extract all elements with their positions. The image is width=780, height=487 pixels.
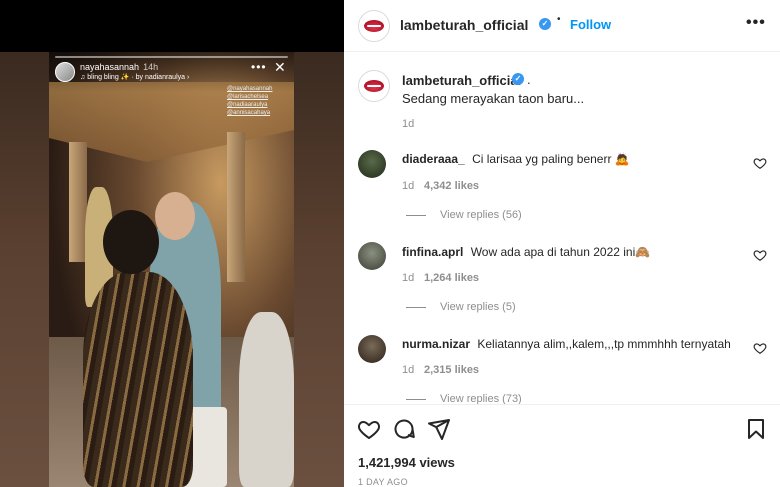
story-username-line[interactable]: nayahasannah 14h <box>80 62 158 72</box>
pillar <box>227 132 245 282</box>
lips-logo-icon <box>364 20 384 32</box>
comment-line: nurma.nizar Keliatannya alim,,kalem,,,tp… <box>402 337 731 351</box>
story-close-icon[interactable]: ✕ <box>274 60 286 74</box>
post-header: lambeturah_official ✓ • Follow ••• <box>344 0 780 52</box>
mention-tag[interactable]: @annisacahaya <box>227 109 272 117</box>
story-more-icon[interactable]: ••• <box>251 60 267 74</box>
heart-icon[interactable] <box>357 417 381 441</box>
story-music-label[interactable]: ♫ bling bling ✨ · by nadianraulya › <box>80 73 189 81</box>
share-icon[interactable] <box>427 417 451 441</box>
story-progress-bar <box>55 56 288 58</box>
comment-likes[interactable]: 4,342 likes <box>424 180 479 192</box>
post-date[interactable]: 1 DAY AGO <box>358 477 408 487</box>
woman-patterned-dress <box>83 272 193 487</box>
header-separator: • <box>557 14 561 25</box>
comment-age: 1d <box>402 180 415 192</box>
replies-divider <box>406 307 426 308</box>
replies-divider <box>406 399 426 400</box>
man-head <box>155 192 195 240</box>
woman-head <box>103 210 159 274</box>
view-replies-button[interactable]: View replies (5) <box>440 301 516 313</box>
comment-age: 1d <box>402 272 415 284</box>
comment-like-heart-icon[interactable] <box>753 248 767 262</box>
comment-text: Wow ada apa di tahun 2022 ini🙈 <box>470 245 651 259</box>
comment-line: finfina.aprl Wow ada apa di tahun 2022 i… <box>402 245 650 259</box>
post-actions-bar: 1,421,994 views 1 DAY AGO <box>344 404 780 487</box>
comment-icon[interactable] <box>392 417 416 441</box>
comment-avatar[interactable] <box>358 335 386 363</box>
post-media: nayahasannah 14h ♫ bling bling ✨ · by nad… <box>0 0 344 487</box>
comment-age: 1d <box>402 364 415 376</box>
mention-tag[interactable]: @larisachelsea <box>227 93 272 101</box>
comment-line: diaderaaa_ Ci larisaa yg paling benerr 🙇 <box>402 152 630 166</box>
lips-logo-icon <box>364 80 384 92</box>
comment-likes[interactable]: 1,264 likes <box>424 272 479 284</box>
comment-text: Keliatannya alim,,kalem,,,tp mmmhhh tern… <box>477 337 731 351</box>
header-username[interactable]: lambeturah_official <box>400 17 528 33</box>
mention-tag[interactable]: @nadiaaraulya <box>227 101 272 109</box>
comment-avatar[interactable] <box>358 242 386 270</box>
view-count[interactable]: 1,421,994 views <box>358 455 455 470</box>
verified-badge-icon: ✓ <box>539 18 551 30</box>
comment-username[interactable]: nurma.nizar <box>402 337 470 351</box>
mention-tag[interactable]: @nayahasannah <box>227 85 272 93</box>
comment-avatar[interactable] <box>358 150 386 178</box>
comment-like-heart-icon[interactable] <box>753 341 767 355</box>
comment-like-heart-icon[interactable] <box>753 156 767 170</box>
view-replies-button[interactable]: View replies (56) <box>440 209 522 221</box>
caption-username[interactable]: lambeturah_official <box>402 73 521 88</box>
comment-likes[interactable]: 2,315 likes <box>424 364 479 376</box>
caption-avatar[interactable] <box>358 70 390 102</box>
profile-avatar[interactable] <box>358 10 390 42</box>
story-username[interactable]: nayahasannah <box>80 62 139 72</box>
verified-badge-icon: ✓ <box>512 73 524 85</box>
woman-white-dress <box>239 312 294 487</box>
more-options-icon[interactable]: ••• <box>746 14 766 32</box>
comment-text: Ci larisaa yg paling benerr 🙇 <box>472 152 630 166</box>
story-mention-tags: @nayahasannah @larisachelsea @nadiaaraul… <box>227 85 272 117</box>
caption-suffix: . <box>527 72 531 87</box>
story-time: 14h <box>143 62 159 72</box>
comment-username[interactable]: finfina.aprl <box>402 245 463 259</box>
caption-age: 1d <box>402 118 415 130</box>
follow-button[interactable]: Follow <box>570 17 611 32</box>
caption-text: Sedang merayakan taon baru... <box>402 91 585 106</box>
post-side-panel: lambeturah_official ✓ • Follow ••• lambe… <box>344 0 780 487</box>
story-video-frame[interactable]: nayahasannah 14h ♫ bling bling ✨ · by nad… <box>49 52 294 487</box>
bookmark-icon[interactable] <box>744 417 768 441</box>
replies-divider <box>406 215 426 216</box>
comment-username[interactable]: diaderaaa_ <box>402 152 465 166</box>
story-avatar[interactable] <box>55 62 75 82</box>
